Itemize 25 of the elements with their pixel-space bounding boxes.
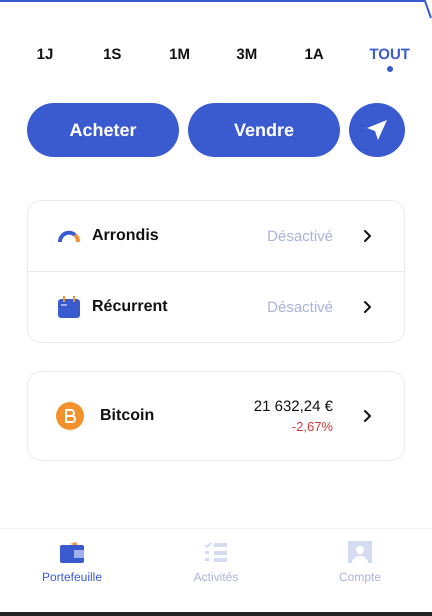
checklist-icon[interactable] [204,541,228,563]
period-tab[interactable]: TOUT [369,46,410,72]
asset-change: -2,67% [292,419,333,434]
period-tab[interactable]: 1J [33,46,57,72]
period-tab[interactable]: 1A [302,46,326,72]
setting-status: Désactivé [267,228,333,244]
period-tab[interactable]: 1M [168,46,192,72]
calendar-icon [58,296,80,318]
asset-value: 21 632,24 € [254,398,333,415]
arc-icon [57,229,81,243]
period-tab[interactable]: 1S [100,46,124,72]
buy-button[interactable]: Acheter [27,103,179,157]
period-tab[interactable]: 3M [234,46,259,72]
chevron-icon [363,409,372,423]
paper-plane-icon [366,119,388,141]
setting-status: Désactivé [267,298,333,316]
asset-row[interactable]: Bitcoin 21 632,24 € -2,67% [28,372,404,460]
chevron-icon [363,229,372,243]
setting-label: Arrondis [92,227,160,245]
coin-icon [56,402,84,430]
chevron-icon [363,300,372,314]
wallet-icon[interactable] [60,541,84,563]
sell-button[interactable]: Vendre [188,103,340,157]
setting-label: Récurrent [92,298,169,316]
asset-name: Bitcoin [100,407,156,425]
